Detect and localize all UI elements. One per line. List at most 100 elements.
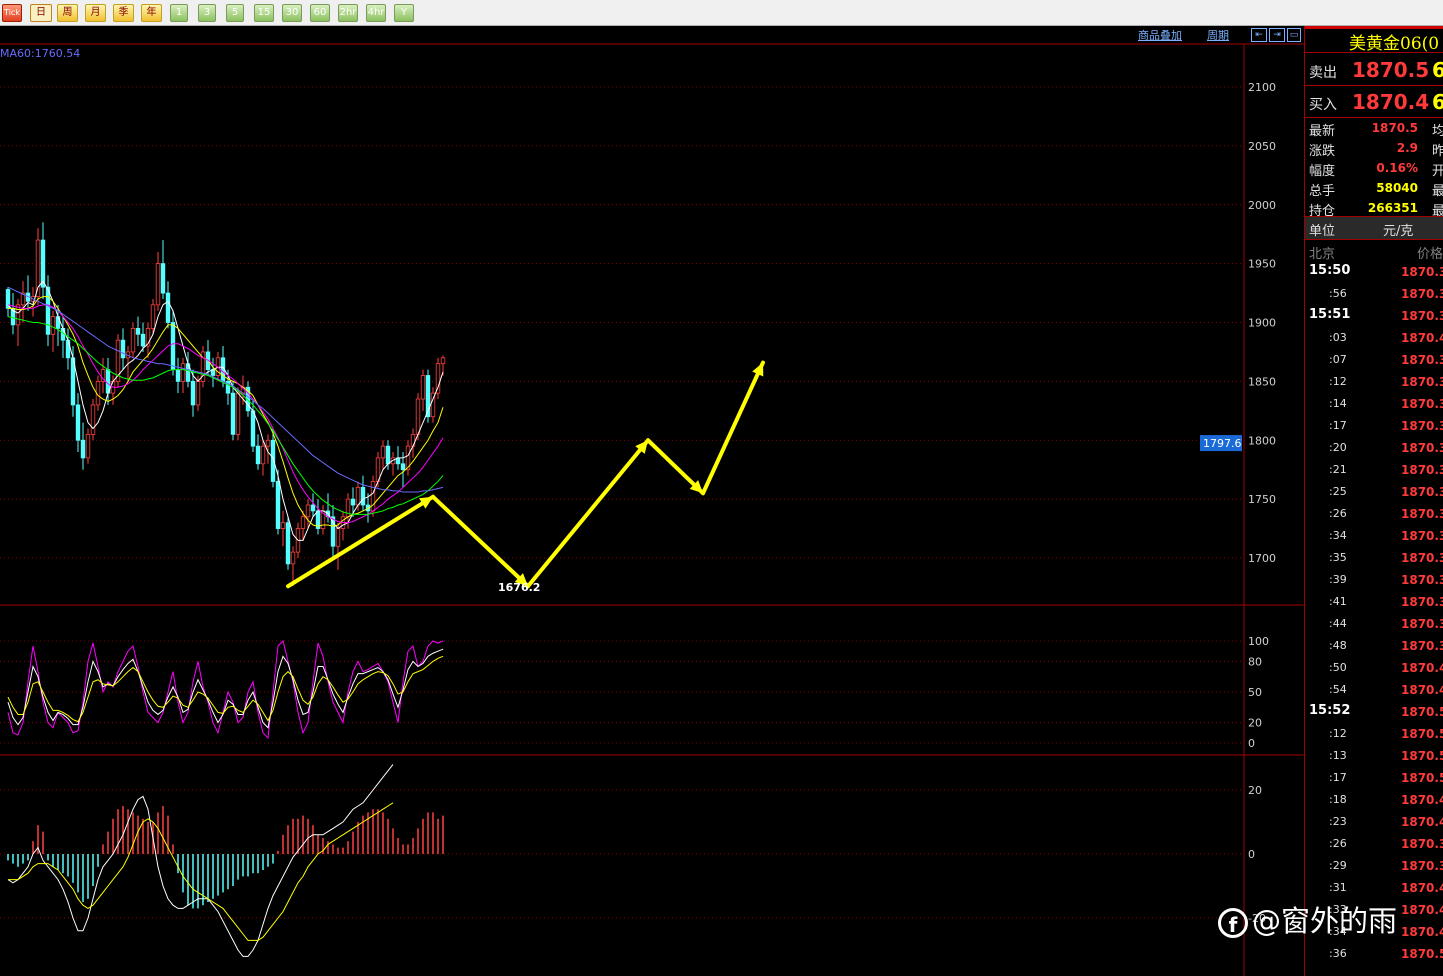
min3-button[interactable]: 3 <box>198 4 216 22</box>
quote-panel: 美黄金06(0 卖出 1870.5 6 买入 1870.4 6 最新 1870.5… <box>1304 26 1443 976</box>
min30-button[interactable]: 30 <box>282 4 302 22</box>
year-button[interactable]: 年 <box>141 4 162 22</box>
trend-arrow-segment <box>701 360 765 496</box>
tick-row: :31 1870.4 <box>1305 878 1443 900</box>
buy-row[interactable]: 买入 1870.4 6 <box>1305 86 1443 118</box>
tick-row: :12 1870.3 <box>1305 372 1443 394</box>
stat-row: 幅度 0.16% 开 <box>1305 158 1443 179</box>
stat-value: 58040 <box>1376 181 1418 195</box>
tick-price: 1870.4 <box>1401 815 1443 829</box>
expand-chart-icon[interactable]: ⇥ <box>1269 28 1285 42</box>
candle-body <box>420 375 426 400</box>
price-chart[interactable]: 2100205020001950190018501800175017001676… <box>0 26 1304 976</box>
kdj-ma20-line <box>7 640 444 740</box>
candle-body <box>230 392 236 435</box>
tick-time: :36 <box>1329 947 1347 960</box>
min5-button[interactable]: 5 <box>226 4 244 22</box>
min15-button[interactable]: 15 <box>254 4 274 22</box>
tick-time: 15:52 <box>1309 703 1351 718</box>
tick-time: :35 <box>1329 551 1347 564</box>
tick-row: :50 1870.4 <box>1305 658 1443 680</box>
tick-row: :18 1870.4 <box>1305 790 1443 812</box>
tick-time: :31 <box>1329 881 1347 894</box>
candle-body <box>90 404 96 435</box>
unit-row: 单位 元/克 <box>1305 216 1443 240</box>
contract-title: 美黄金06(0 <box>1349 34 1440 54</box>
tick-price: 1870.3 <box>1401 551 1443 565</box>
tick-time: :17 <box>1329 419 1347 432</box>
candle-body <box>335 528 341 547</box>
period-link[interactable]: 周期 <box>1207 27 1229 43</box>
tick-time: :18 <box>1329 793 1347 806</box>
tick-price: 1870.3 <box>1401 309 1443 323</box>
kdj-tick-label: 20 <box>1248 717 1262 730</box>
tick-time: :07 <box>1329 353 1347 366</box>
candle-body <box>120 339 126 359</box>
stat-label: 最新 <box>1309 124 1336 139</box>
tick-price: 1870.4 <box>1401 881 1443 895</box>
day-button[interactable]: 日 <box>30 4 52 22</box>
overlay-link[interactable]: 商品叠加 <box>1138 27 1182 43</box>
tick-time: :41 <box>1329 595 1347 608</box>
min1-button[interactable]: 1 <box>170 4 188 22</box>
candle-body <box>135 327 141 335</box>
tick-price: 1870.3 <box>1401 859 1443 873</box>
min60-button[interactable]: 60 <box>310 4 330 22</box>
stat-row: 持仓266351最 <box>1305 198 1443 219</box>
candle-body <box>415 398 421 435</box>
current-price-label: 1797.6 <box>1203 437 1242 450</box>
stat-label-secondary: 昨 <box>1432 140 1443 159</box>
candle-body <box>275 481 281 529</box>
ticks-header-time: 北京 <box>1309 247 1336 262</box>
tick-row: :44 1870.3 <box>1305 614 1443 636</box>
tick-price: 1870.4 <box>1401 331 1443 345</box>
tick-row: :20 1870.3 <box>1305 438 1443 460</box>
candle-body <box>40 239 46 288</box>
hour2-button[interactable]: 2hr <box>338 4 358 22</box>
candle-body <box>345 498 351 518</box>
candle-body <box>155 263 161 306</box>
macd-tick-label: 0 <box>1248 848 1255 861</box>
tick-row: 15:50 1870.3 <box>1305 262 1443 284</box>
hour4-button[interactable]: 4hr <box>366 4 386 22</box>
tick-button[interactable]: Tick <box>2 4 22 22</box>
week-button[interactable]: 周 <box>57 4 78 22</box>
tick-row: :26 1870.3 <box>1305 504 1443 526</box>
shrink-chart-icon[interactable]: ⇤ <box>1251 28 1267 42</box>
candle-body <box>380 445 386 459</box>
candle-body <box>265 439 271 447</box>
candle-body <box>360 486 366 506</box>
tick-row: :17 1870.3 <box>1305 416 1443 438</box>
tick-time: :26 <box>1329 507 1347 520</box>
kdj-ma5-line <box>7 648 444 729</box>
sell-row[interactable]: 卖出 1870.5 6 <box>1305 54 1443 86</box>
tick-time: :54 <box>1329 683 1347 696</box>
stat-row: 最新 1870.5 均 <box>1305 118 1443 139</box>
candle-body <box>435 363 441 394</box>
quote-title-bar: 美黄金06(0 <box>1305 26 1443 54</box>
stat-row: 涨跌 2.9 昨 <box>1305 138 1443 159</box>
trend-arrow-segment <box>526 438 650 589</box>
tick-row: :36 1870.5 <box>1305 944 1443 966</box>
quarter-button[interactable]: 季 <box>113 4 134 22</box>
tick-row: :25 1870.3 <box>1305 482 1443 504</box>
stat-label-secondary: 最 <box>1432 180 1443 199</box>
tick-time: :25 <box>1329 485 1347 498</box>
tick-row: :14 1870.3 <box>1305 394 1443 416</box>
stat-value: 0.16% <box>1376 161 1418 175</box>
tick-price: 1870.3 <box>1401 463 1443 477</box>
tick-row: :23 1870.4 <box>1305 812 1443 834</box>
tick-time: :29 <box>1329 859 1347 872</box>
candle-body <box>300 516 306 529</box>
tick-time: :17 <box>1329 771 1347 784</box>
stat-value: 1870.5 <box>1371 121 1418 135</box>
restore-chart-icon[interactable]: ▭ <box>1287 28 1301 42</box>
candle-body <box>355 486 361 506</box>
price-tick-label: 2000 <box>1248 199 1276 212</box>
month-button[interactable]: 月 <box>85 4 106 22</box>
year2-button[interactable]: Y <box>394 4 414 22</box>
unit-value: 元/克 <box>1383 224 1414 239</box>
stat-value: 266351 <box>1367 201 1418 215</box>
tick-row: :56 1870.3 <box>1305 284 1443 306</box>
tick-price: 1870.5 <box>1401 771 1443 785</box>
